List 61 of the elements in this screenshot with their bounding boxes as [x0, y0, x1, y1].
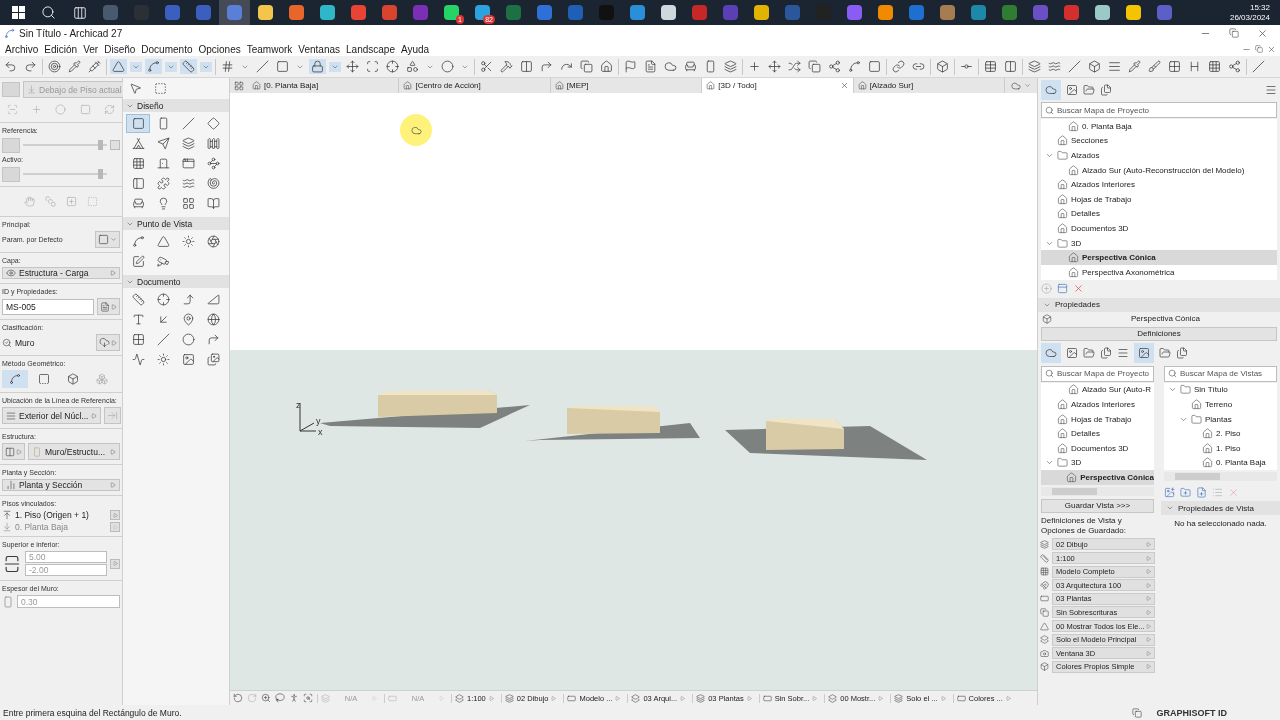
tree-item[interactable]: Terreno: [1164, 397, 1277, 412]
menu-item[interactable]: Teamwork: [243, 43, 296, 55]
tree-item[interactable]: 2. Piso: [1164, 426, 1277, 441]
clock-time: 15:32: [1249, 2, 1270, 13]
menu-item[interactable]: Landscape: [343, 43, 398, 55]
tree-item[interactable]: Perspectiva Axonométrica: [1041, 264, 1277, 280]
view-properties-header[interactable]: Propiedades de Vista: [1161, 501, 1280, 516]
tree-item[interactable]: Alzados Interiores: [1041, 397, 1154, 412]
menu-item[interactable]: Archivo: [2, 43, 42, 55]
tree-item[interactable]: Alzado Sur (Auto-R: [1041, 382, 1154, 398]
tree-item[interactable]: Alzado Sur (Auto-Reconstrucción del Modelo): [1041, 162, 1277, 178]
tree-item[interactable]: Documentos 3D: [1041, 221, 1277, 236]
menu-item[interactable]: Ver: [80, 43, 102, 55]
menu-item[interactable]: Diseño: [101, 43, 139, 55]
menu-item[interactable]: Documento: [138, 43, 196, 55]
tree-item[interactable]: Perspectiva Cónica: [1041, 250, 1277, 265]
properties-header[interactable]: Propiedades: [1038, 297, 1280, 312]
clock-date: 26/03/2024: [1229, 12, 1270, 23]
account-label[interactable]: GRAPHISOFT ID: [1156, 707, 1227, 718]
reference-line-dropdown[interactable]: Exterior del Núcl...: [2, 407, 102, 424]
search-field[interactable]: Buscar Mapa de Proyecto: [1041, 102, 1277, 118]
view-name: Perspectiva Cónica: [1131, 314, 1200, 324]
toolbox-section-header[interactable]: Punto de Vista: [123, 217, 229, 230]
tree-item[interactable]: Secciones: [1041, 133, 1277, 149]
tree-item[interactable]: 3D: [1041, 235, 1277, 251]
status-message: Entre primera esquina del Rectángulo de Muro.: [3, 707, 182, 718]
tree-item[interactable]: Perspectiva Cónica: [1041, 470, 1154, 485]
tree-item[interactable]: 0. Planta Baja: [1164, 455, 1277, 471]
bottom-link-value: 0. Planta Baja: [15, 522, 68, 532]
toolbox-section-header[interactable]: Documento: [123, 275, 229, 288]
tree-item[interactable]: 0. Planta Baja: [1041, 119, 1277, 134]
top-link-value: 1. Piso (Origen + 1): [15, 510, 89, 520]
layer-dropdown[interactable]: Estructura - Carga: [2, 267, 120, 279]
id-field[interactable]: MS-005: [2, 298, 94, 315]
menu-item[interactable]: Edición: [41, 43, 81, 55]
empty-message: No ha seleccionado nada.: [1173, 518, 1268, 531]
classification-value: Muro: [15, 337, 35, 348]
tree-item[interactable]: Hojas de Trabajo: [1041, 191, 1277, 207]
tree-item[interactable]: Alzados Interiores: [1041, 177, 1277, 192]
settings-button[interactable]: Definiciones: [1041, 326, 1277, 341]
toolbox-section-header[interactable]: Diseño: [123, 99, 229, 112]
tree-item[interactable]: Alzados: [1041, 148, 1277, 163]
settings-title: Definiciones de Vista y Opciones de Guardado:: [1040, 514, 1127, 537]
tree-item[interactable]: 3D: [1041, 455, 1154, 471]
window-title: Sin Título - Archicad 27: [19, 28, 123, 39]
tree-item[interactable]: Documentos 3D: [1041, 440, 1154, 456]
search-field[interactable]: Buscar Mapa de Proyecto: [1041, 365, 1154, 382]
tree-item[interactable]: Sin Título: [1164, 382, 1277, 398]
tree-item[interactable]: Detalles: [1041, 206, 1277, 222]
structure-dropdown[interactable]: Muro/Estructu...: [28, 443, 120, 460]
menu-item[interactable]: Ventanas: [295, 43, 343, 55]
view-tab[interactable]: [3D / Todo]: [702, 78, 854, 93]
menu-item[interactable]: Ayuda: [397, 43, 433, 55]
menu-item[interactable]: Opciones: [195, 43, 244, 55]
tree-item[interactable]: Plantas: [1164, 411, 1277, 427]
tree-item[interactable]: Hojas de Trabajo: [1041, 411, 1154, 427]
tree-item[interactable]: Detalles: [1041, 426, 1154, 441]
floor-plan-dropdown[interactable]: Planta y Sección: [2, 479, 120, 491]
save-view-button[interactable]: Guardar Vista >>>: [1041, 498, 1154, 513]
search-field[interactable]: Buscar Mapa de Vistas: [1164, 365, 1277, 382]
tree-item[interactable]: 1. Piso: [1164, 440, 1277, 456]
